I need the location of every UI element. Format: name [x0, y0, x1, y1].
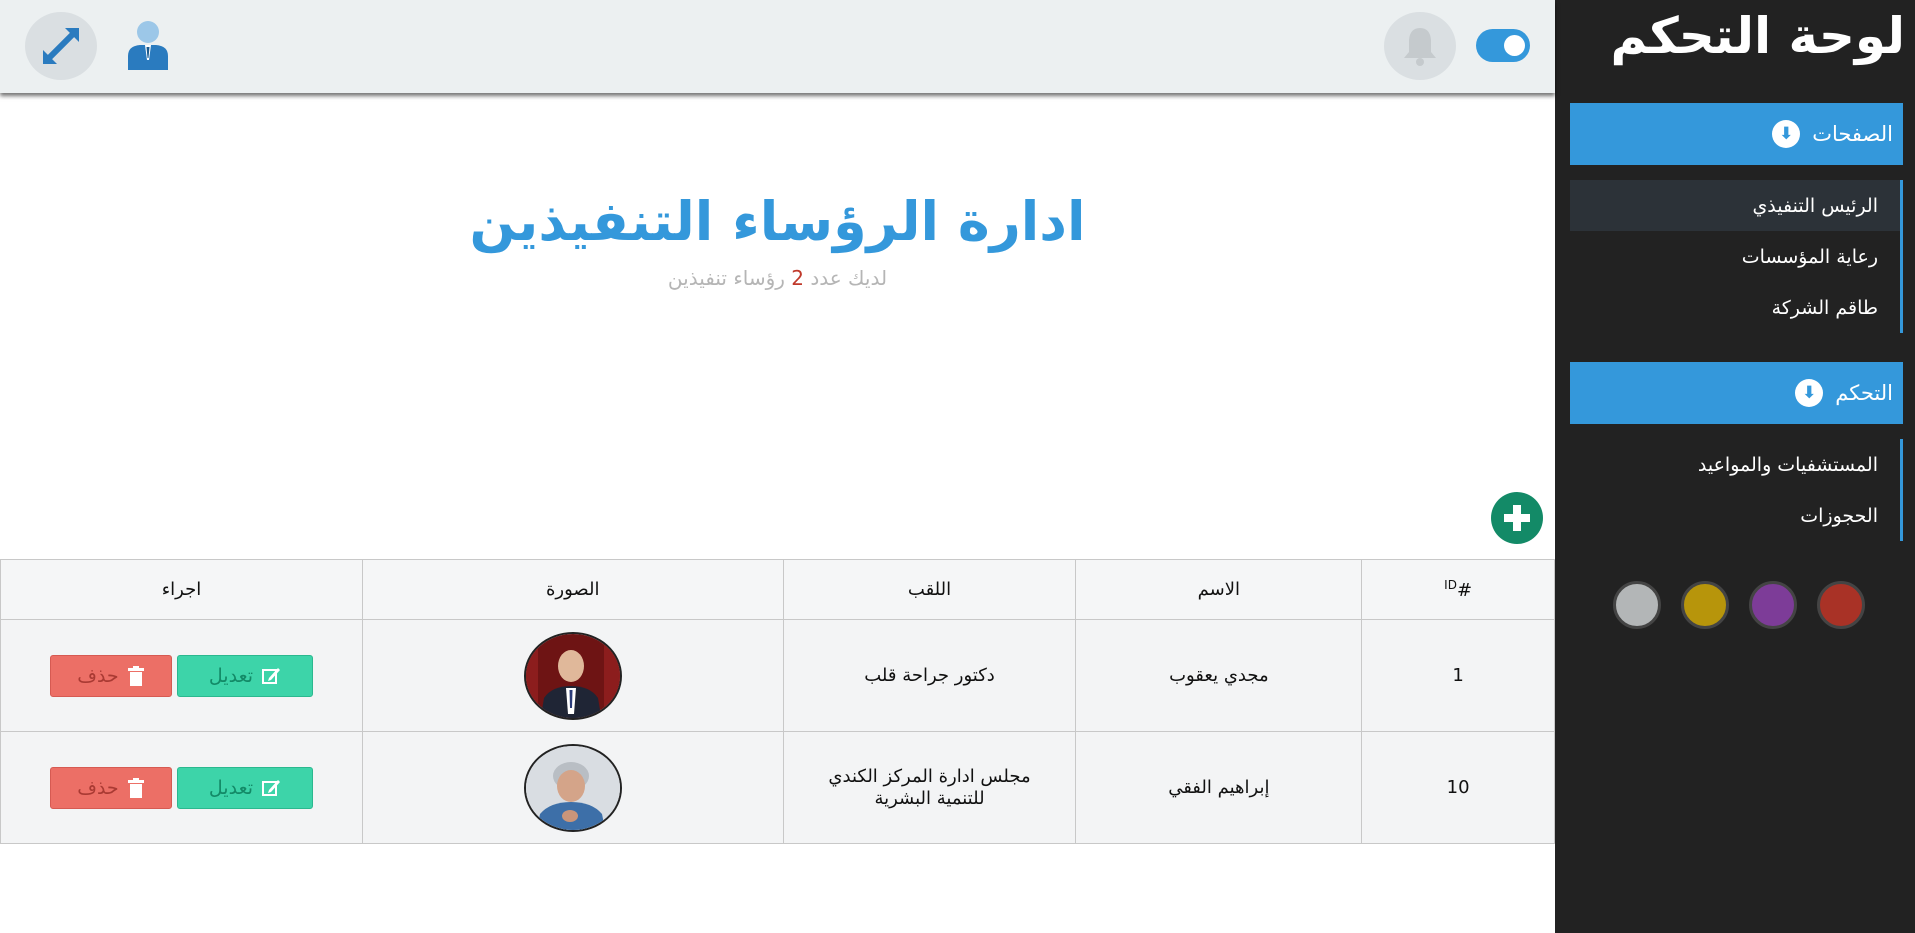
brand-title: لوحة التحكم: [1610, 7, 1905, 65]
subtitle-suffix: رؤساء تنفيذين: [667, 266, 785, 290]
sidebar-item-bookings[interactable]: الحجوزات: [1570, 490, 1900, 541]
user-icon[interactable]: [126, 20, 170, 70]
cell-photo: [361, 619, 784, 732]
topbar: [0, 0, 1555, 93]
sidebar-item-staff[interactable]: طاقم الشركة: [1570, 282, 1900, 333]
col-header-actions: اجراء: [0, 559, 363, 620]
bell-icon: [1404, 28, 1436, 66]
theme-swatch-gold[interactable]: [1681, 581, 1729, 629]
expand-button[interactable]: [25, 12, 97, 80]
edit-label: تعديل: [208, 664, 254, 687]
row-actions: تعديل حذف: [1, 766, 362, 809]
section-pages-title: الصفحات: [1812, 122, 1893, 146]
cell-actions: تعديل حذف: [0, 619, 363, 732]
sidebar-item-label: رعاية المؤسسات: [1741, 245, 1878, 268]
row-actions: تعديل حذف: [1, 654, 362, 697]
ceo-table: #ID الاسم اللقب الصورة اجراء 1 مجدي يعقو…: [0, 559, 1555, 844]
col-header-title: اللقب: [782, 559, 1077, 620]
sidebar-item-label: المستشفيات والمواعيد: [1697, 453, 1878, 476]
pages-nav: الرئيس التنفيذي رعاية المؤسسات طاقم الشر…: [1570, 180, 1903, 333]
section-pages-header[interactable]: الصفحات ⬇: [1570, 103, 1903, 165]
ceo-count: 2: [791, 266, 804, 290]
cell-title: دكتور جراحة قلب: [782, 619, 1077, 732]
control-nav: المستشفيات والمواعيد الحجوزات: [1570, 439, 1903, 541]
sidebar-item-sponsorship[interactable]: رعاية المؤسسات: [1570, 231, 1900, 282]
cell-photo: [361, 731, 784, 844]
toggle-switch[interactable]: [1476, 29, 1530, 62]
edit-label: تعديل: [208, 776, 254, 799]
col-header-id: #ID: [1361, 559, 1555, 620]
id-sup: ID: [1444, 578, 1457, 592]
subtitle-prefix: لديك عدد: [810, 266, 888, 290]
theme-swatch-purple[interactable]: [1749, 581, 1797, 629]
delete-label: حذف: [77, 776, 119, 799]
delete-button[interactable]: حذف: [49, 654, 172, 697]
trash-icon: [127, 665, 144, 686]
cell-name: إبراهيم الفقي: [1075, 731, 1363, 844]
delete-label: حذف: [77, 664, 119, 687]
sidebar-item-hospitals[interactable]: المستشفيات والمواعيد: [1570, 439, 1900, 490]
theme-swatches: [1613, 581, 1865, 629]
notifications-button[interactable]: [1384, 12, 1456, 80]
col-header-name: الاسم: [1075, 559, 1363, 620]
edit-icon: [262, 779, 281, 796]
cell-id: 1: [1361, 619, 1555, 732]
cell-name: مجدي يعقوب: [1075, 619, 1363, 732]
arrow-down-circle-icon: ⬇: [1772, 120, 1801, 148]
sidebar-item-label: طاقم الشركة: [1771, 296, 1878, 319]
add-ceo-button[interactable]: [1491, 492, 1543, 544]
cell-title-text: مجلس ادارة المركز الكندي للتنمية البشرية: [828, 765, 1031, 809]
table-row: 1 مجدي يعقوب دكتور جراحة قلب تعديل حذف: [0, 619, 1555, 732]
trash-icon: [127, 777, 144, 798]
theme-swatch-red[interactable]: [1817, 581, 1865, 629]
sidebar-item-label: الحجوزات: [1800, 504, 1878, 527]
cell-id: 10: [1361, 731, 1555, 844]
table-row: 10 إبراهيم الفقي مجلس ادارة المركز الكند…: [0, 731, 1555, 844]
expand-icon: [43, 28, 79, 64]
avatar: [523, 631, 622, 720]
table-header-row: #ID الاسم اللقب الصورة اجراء: [0, 559, 1555, 620]
edit-button[interactable]: تعديل: [176, 766, 313, 809]
col-header-photo: الصورة: [361, 559, 784, 620]
id-hash: #: [1456, 580, 1473, 601]
toggle-knob: [1504, 35, 1525, 56]
sidebar: لوحة التحكم الصفحات ⬇ الرئيس التنفيذي رع…: [1555, 0, 1915, 933]
cell-actions: تعديل حذف: [0, 731, 363, 844]
page-title: ادارة الرؤساء التنفيذين: [469, 190, 1086, 253]
sidebar-item-label: الرئيس التنفيذي: [1752, 194, 1878, 217]
avatar: [523, 743, 622, 832]
section-control-title: التحكم: [1835, 381, 1893, 405]
edit-button[interactable]: تعديل: [176, 654, 313, 697]
page-subtitle: لديك عدد 2 رؤساء تنفيذين: [0, 266, 1555, 290]
edit-icon: [262, 667, 281, 684]
section-control-header[interactable]: التحكم ⬇: [1570, 362, 1903, 424]
cell-title: مجلس ادارة المركز الكندي للتنمية البشرية: [782, 731, 1077, 844]
arrow-down-circle-icon: ⬇: [1795, 379, 1824, 407]
delete-button[interactable]: حذف: [49, 766, 172, 809]
plus-icon: [1504, 505, 1530, 531]
sidebar-item-ceo[interactable]: الرئيس التنفيذي: [1570, 180, 1900, 231]
theme-swatch-gray[interactable]: [1613, 581, 1661, 629]
